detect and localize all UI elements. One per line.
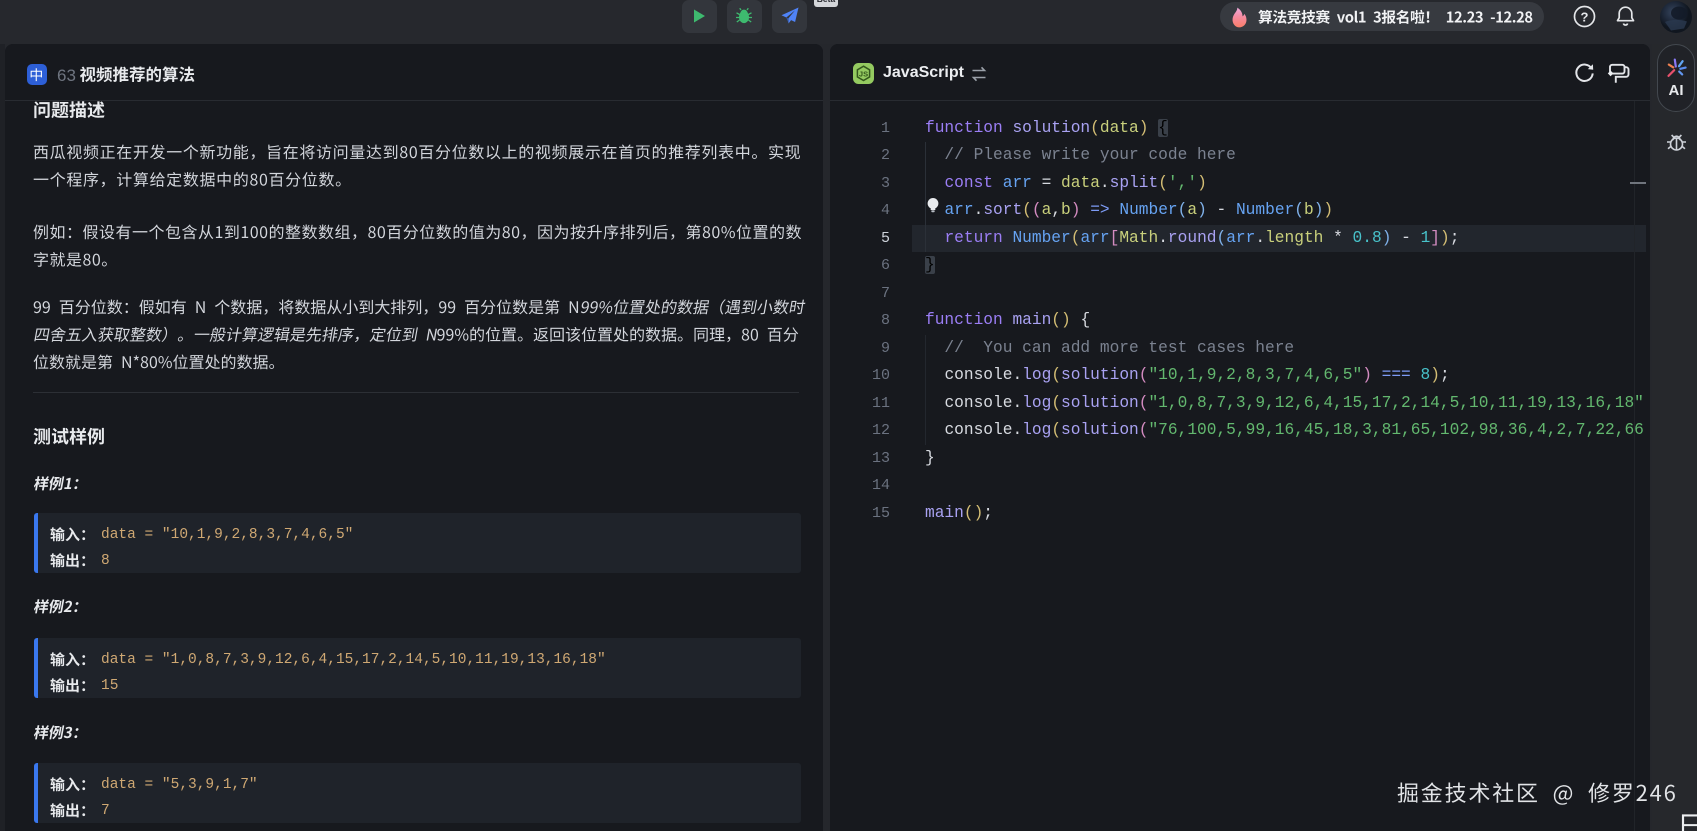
svg-text:?: ? bbox=[1581, 9, 1589, 24]
svg-text:JS: JS bbox=[859, 69, 868, 78]
